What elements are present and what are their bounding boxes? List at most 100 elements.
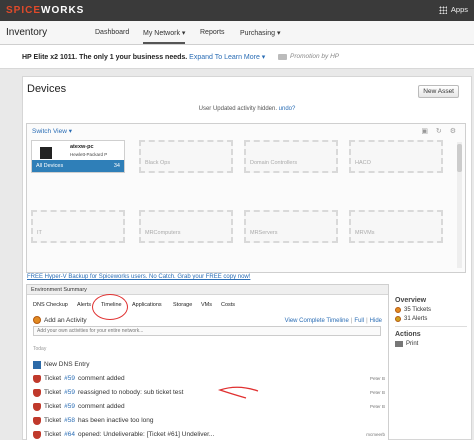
tickets-count[interactable]: 35 Tickets [395,307,467,313]
tile-label: IT [37,230,42,236]
feed-text: opened: Undeliverable: [Ticket #61] Unde… [77,431,215,438]
feed-item[interactable]: Ticket #59 reassigned to nobody: sub ticke… [33,387,385,398]
env-title: Environment Summary [27,285,388,295]
feed-user[interactable]: Peter B [370,404,385,409]
tab-applications[interactable]: Applications [132,302,162,308]
print-action[interactable]: Print [395,341,467,347]
tickets-label: 35 Tickets [404,307,432,313]
tile-group[interactable]: Black Ops [139,140,233,173]
device-groups-panel: Switch View ▾ ▣ ↻ ⚙ atexw-pc Hewlett-Pac… [26,123,466,273]
feed-text: Ticket [44,375,62,382]
view-complete-timeline-link[interactable]: View Complete Timeline [285,318,349,324]
divider [395,326,467,327]
shield-icon [33,388,41,397]
feed-user[interactable]: Peter B [370,376,385,381]
asset-vendor: Hewlett-Packard P [70,152,108,157]
tile-bar: All Devices 34 [32,160,124,172]
tile-group[interactable]: MRServers [244,210,338,243]
shield-icon [33,402,41,411]
shield-icon [33,416,41,425]
activity-input-wrap [33,326,381,336]
tile-group[interactable]: MRVMs [349,210,443,243]
promo-by: Promotion by HP [278,53,339,60]
feed-item[interactable]: Ticket #59 comment added Peter B [33,373,385,384]
today-label: Today [33,346,47,352]
add-activity-button[interactable]: Add an Activity [33,316,87,324]
nav-reports[interactable]: Reports [200,29,225,36]
promo-text: HP Elite x2 1011. The only 1 your busine… [22,53,265,61]
tile-label: Black Ops [145,160,171,166]
tile-count: 34 [113,163,120,169]
page-title: Inventory [6,27,48,38]
view-full-link[interactable]: Full [354,318,364,324]
nav-dashboard[interactable]: Dashboard [95,29,129,36]
feed-item[interactable]: Ticket #59 comment added Peter B [33,401,385,412]
tile-group[interactable]: MRComputers [139,210,233,243]
tile-all-devices[interactable]: atexw-pc Hewlett-Packard P All Devices 3… [31,140,125,173]
env-tabs: DNS Checkup Alerts Timeline Applications… [27,300,388,312]
shield-icon [33,430,41,439]
tile-group[interactable]: HACO [349,140,443,173]
new-asset-button[interactable]: New Asset [418,85,459,98]
feed-user[interactable]: mcmeerb [366,432,385,437]
logo-left: SPICE [6,5,42,16]
nav-my-network[interactable]: My Network ▾ [143,29,186,44]
overview-sidebar: Overview 35 Tickets 31 Alerts Actions Pr… [395,297,467,350]
feed-user[interactable]: Peter B [370,390,385,395]
activity-input[interactable] [34,327,380,335]
promo-banner: HP Elite x2 1011. The only 1 your busine… [0,45,474,69]
tab-costs[interactable]: Costs [221,302,235,308]
promo-headline: HP Elite x2 1011. The only 1 your busine… [22,54,188,61]
ticket-link[interactable]: #59 [64,403,75,410]
asset-name: atexw-pc [70,144,94,150]
feed-text: Ticket [44,389,62,396]
view-separator: | [366,318,368,324]
devices-title: Devices [27,83,67,95]
ticket-link[interactable]: #59 [64,375,75,382]
feed-item[interactable]: New DNS Entry [33,359,385,370]
switch-view-dropdown[interactable]: Switch View ▾ [32,127,72,135]
tile-label: All Devices [36,163,64,169]
tile-label: Domain Controllers [250,160,298,166]
tab-dns-checkup[interactable]: DNS Checkup [33,302,68,308]
tile-label: MRServers [250,230,278,236]
feed-item[interactable]: Ticket #64 opened: Undeliverable: [Ticket … [33,429,385,440]
scrollbar[interactable] [457,142,462,268]
alerts-label: 31 Alerts [404,316,428,322]
feed-text: Ticket [44,417,62,424]
feed-text: reassigned to nobody: sub ticket test [77,389,184,396]
overview-title: Overview [395,297,427,304]
backup-promo-link[interactable]: FREE Hyper-V Backup for Spiceworks users… [27,274,250,280]
scroll-thumb[interactable] [457,144,462,172]
view-separator: | [350,318,353,324]
undo-link[interactable]: undo? [279,106,296,112]
alerts-count[interactable]: 31 Alerts [395,316,467,322]
tab-vms[interactable]: VMs [201,302,212,308]
tile-label: HACO [355,160,371,166]
spiceworks-logo[interactable]: SPICEWORKS [6,5,84,16]
nav-purchasing[interactable]: Purchasing ▾ [240,29,280,37]
feed-item[interactable]: Ticket #58 has been inactive too long [33,415,385,426]
environment-summary: Environment Summary DNS Checkup Alerts T… [26,284,389,440]
promo-learn-more-link[interactable]: Expand To Learn More ▾ [189,54,265,61]
apps-label: Apps [450,5,468,14]
feed-text: comment added [77,403,125,410]
tab-storage[interactable]: Storage [173,302,192,308]
ticket-link[interactable]: #58 [64,417,75,424]
apps-grid-icon [438,5,447,14]
tile-group[interactable]: IT [31,210,125,243]
logo-right: WORKS [41,5,85,16]
promo-by-label: Promotion by HP [290,53,340,60]
tab-alerts[interactable]: Alerts [77,302,91,308]
ticket-link[interactable]: #64 [64,431,75,438]
apps-button[interactable]: Apps [438,5,468,14]
ticket-link[interactable]: #59 [64,389,75,396]
print-label: Print [406,341,419,347]
shield-icon [33,374,41,383]
view-hide-link[interactable]: Hide [370,318,382,324]
panel-controls-icon[interactable]: ▣ ↻ ⚙ [421,127,459,135]
annotation-circle [92,294,128,320]
dns-icon [33,360,41,369]
tile-group[interactable]: Domain Controllers [244,140,338,173]
computer-icon [40,147,52,159]
